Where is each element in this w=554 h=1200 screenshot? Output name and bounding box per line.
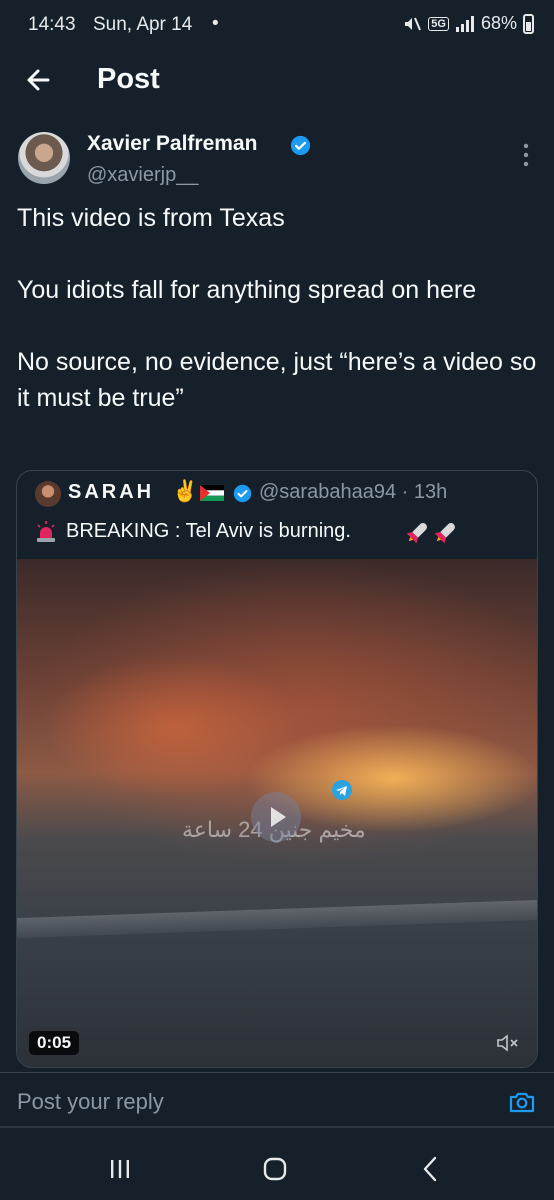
video-player[interactable]: مخيم جنين 24 ساعة 0:05 [17, 559, 537, 1067]
signal-icon [455, 15, 474, 32]
play-icon [271, 807, 286, 827]
status-time: 14:43 [28, 14, 76, 35]
arrow-left-icon[interactable] [20, 60, 60, 100]
post-paragraph: This video is from Texas [17, 204, 285, 232]
quote-text: BREAKING : Tel Aviv is burning. [66, 520, 351, 542]
post-paragraph: No source, no evidence, just “here’s a v… [17, 348, 537, 412]
reply-input[interactable]: Post your reply [17, 1089, 164, 1115]
video-duration: 0:05 [29, 1031, 80, 1055]
back-nav-icon[interactable] [420, 1155, 440, 1183]
author-handle[interactable]: @xavierjp__ [87, 164, 198, 187]
battery-icon [523, 13, 534, 34]
palestine-flag-icon [200, 485, 224, 501]
post-paragraph: You idiots fall for anything spread on h… [17, 276, 477, 304]
more-options-icon[interactable] [518, 142, 534, 170]
reply-underline [0, 1126, 554, 1128]
play-button[interactable] [251, 792, 301, 842]
page-title: Post [97, 63, 160, 95]
author-avatar[interactable] [18, 132, 70, 184]
quote-author-name: SARAH [68, 481, 155, 503]
verified-badge-icon [233, 484, 252, 503]
camera-icon[interactable] [508, 1088, 536, 1116]
status-date: Sun, Apr 14 [93, 14, 193, 35]
verified-badge-icon [290, 135, 311, 156]
quoted-post[interactable]: SARAH ✌️ @sarabahaa94 · 13h BREAKING : T… [16, 470, 538, 1068]
network-label: 5G [428, 16, 449, 31]
quote-author-emoji: ✌️ [172, 480, 199, 503]
rocket-icon [406, 523, 455, 544]
battery-percent: 68% [480, 13, 517, 33]
status-bar: 14:43 Sun, Apr 14 • 5G 68% [0, 0, 554, 52]
post-text: This video is from Texas You idiots fall… [17, 200, 537, 416]
volume-muted-icon[interactable] [493, 1029, 521, 1057]
video-highway-rail [17, 899, 537, 939]
home-icon[interactable] [262, 1156, 288, 1182]
telegram-icon [332, 780, 352, 800]
recent-apps-icon[interactable] [108, 1156, 132, 1182]
author-name[interactable]: Xavier Palfreman [87, 132, 257, 156]
siren-icon [37, 521, 55, 542]
reply-divider [0, 1072, 554, 1073]
mute-icon [405, 17, 422, 30]
quote-handle-time: @sarabahaa94 · 13h [259, 481, 448, 503]
status-dot: • [212, 13, 219, 34]
quote-avatar [35, 481, 61, 507]
status-icons: 5G 68% [402, 13, 534, 34]
